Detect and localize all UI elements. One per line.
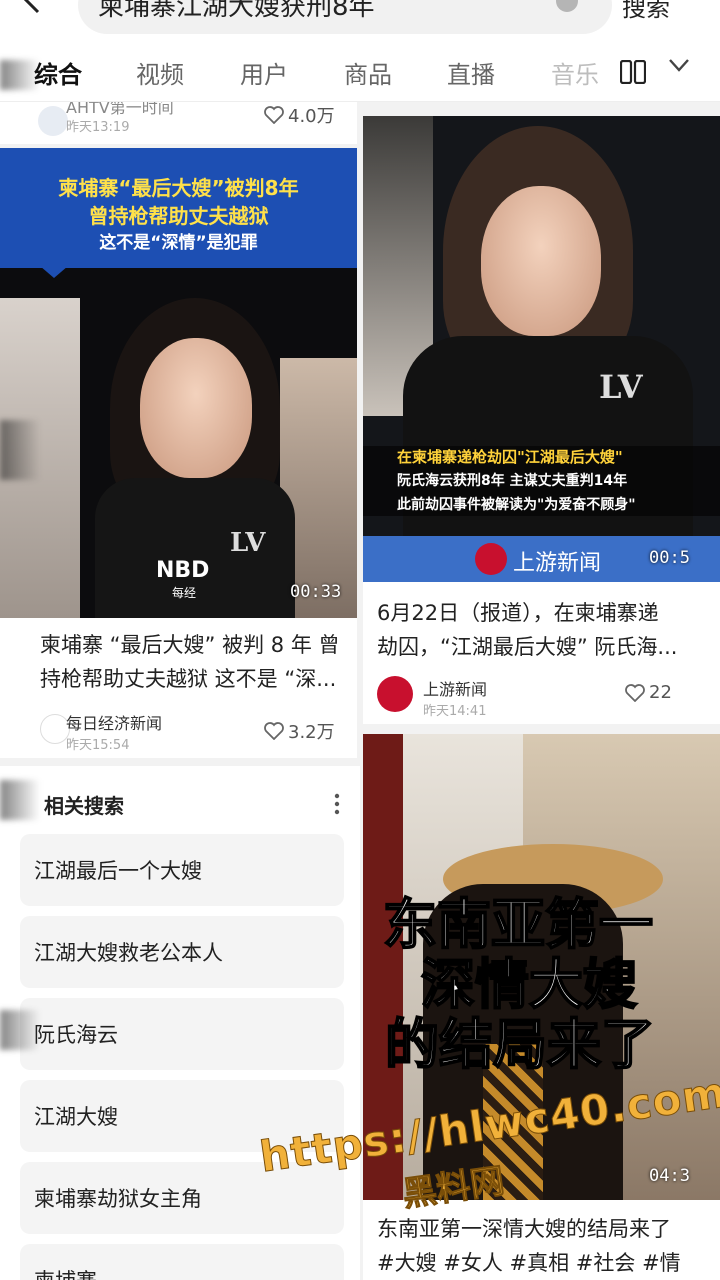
like-count[interactable]: 4.0万 <box>264 102 335 128</box>
post-time: 昨天15:54 <box>66 738 130 753</box>
related-item-label: 柬埔寨 <box>34 1265 97 1280</box>
video-title-line1: 东南亚第一深情大嫂的结局来了 <box>377 1217 671 1241</box>
video-duration: 00:33 <box>290 582 342 602</box>
more-options-icon[interactable] <box>334 792 340 816</box>
heart-icon <box>625 683 645 702</box>
edge-blur <box>0 60 40 90</box>
video-title-line2: 持枪帮助丈夫越狱 这不是 “深... <box>40 667 337 691</box>
tab-live[interactable]: 直播 <box>447 55 495 90</box>
left-column: AHTV第一时间 昨天13:19 4.0万 LV 柬埔寨“最后大嫂”被判8年 曾… <box>0 102 360 1280</box>
face-shape <box>140 338 252 478</box>
like-count[interactable]: 22 <box>625 682 672 703</box>
video-title-hashtags: #大嫂 #女人 #真相 #社会 #情 <box>377 1251 681 1275</box>
related-item[interactable]: 江湖最后一个大嫂 <box>20 834 344 906</box>
related-header: 相关搜索 <box>44 794 124 818</box>
banner-line-3: 这不是“深情”是犯罪 <box>99 233 258 253</box>
result-card-partial[interactable]: AHTV第一时间 昨天13:19 4.0万 <box>0 102 357 144</box>
result-tabs: 综合 视频 用户 商品 直播 音乐 <box>0 40 720 102</box>
shirt-logo-icon: LV <box>230 528 266 558</box>
banner-line-1: 柬埔寨“最后大嫂”被判8年 <box>58 176 299 200</box>
edge-blur <box>0 780 40 820</box>
related-item-label: 江湖大嫂 <box>34 1105 118 1129</box>
face-shape <box>481 186 601 336</box>
video-card-shangyou[interactable]: LV 在柬埔寨递枪劫囚"江湖最后大嫂" 阮氏海云获刑8年 主谋丈夫重判14年 此… <box>363 116 720 724</box>
like-count-text: 3.2万 <box>288 722 335 743</box>
banner-pointer <box>40 266 68 278</box>
search-button[interactable]: 搜索 <box>622 0 670 23</box>
heart-icon <box>264 722 284 740</box>
source-avatar <box>38 106 68 136</box>
post-time: 昨天14:41 <box>423 704 487 719</box>
filter-icon[interactable] <box>668 56 690 78</box>
search-query: 柬埔寨江湖大嫂获刑8年 <box>98 0 375 22</box>
headline-banner: 柬埔寨“最后大嫂”被判8年 曾持枪帮助丈夫越狱 这不是“深情”是犯罪 <box>0 148 357 268</box>
video-duration: 00:5 <box>649 548 690 568</box>
brand-strip: 上游新闻 00:5 <box>363 536 720 582</box>
related-item[interactable]: 柬埔寨 <box>20 1244 344 1280</box>
video-thumbnail: LV 柬埔寨“最后大嫂”被判8年 曾持枪帮助丈夫越狱 这不是“深情”是犯罪 NB… <box>0 148 357 618</box>
source-name: 每日经济新闻 <box>66 714 163 733</box>
video-duration: 04:3 <box>649 1166 690 1186</box>
video-title-line1: 柬埔寨 “最后大嫂” 被判 8 年 曾 <box>40 633 340 657</box>
post-time: 昨天13:19 <box>66 120 130 135</box>
related-item-label: 阮氏海云 <box>34 1023 118 1047</box>
video-thumbnail: LV 在柬埔寨递枪劫囚"江湖最后大嫂" 阮氏海云获刑8年 主谋丈夫重判14年 此… <box>363 116 720 582</box>
like-count[interactable]: 3.2万 <box>264 718 335 744</box>
source-avatar <box>377 676 413 712</box>
search-bar: 柬埔寨江湖大嫂获刑8年 搜索 <box>0 0 720 40</box>
like-count-text: 4.0万 <box>288 106 335 127</box>
related-item-label: 江湖大嫂救老公本人 <box>34 941 223 965</box>
source-name: 上游新闻 <box>423 680 488 699</box>
video-title-line2: 劫囚，“江湖最后大嫂” 阮氏海... <box>377 635 678 659</box>
nbd-logo: NBD <box>156 558 210 583</box>
like-count-text: 22 <box>649 682 672 703</box>
caption-line-3: 此前劫囚事件被解读为"为爱奋不顾身" <box>397 497 636 513</box>
tab-music[interactable]: 音乐 <box>551 55 599 90</box>
tab-all[interactable]: 综合 <box>34 55 82 90</box>
layout-toggle-icon[interactable] <box>620 60 646 84</box>
clear-icon[interactable] <box>556 0 578 12</box>
nbd-logo-sub: 每经 <box>172 586 197 600</box>
search-input[interactable]: 柬埔寨江湖大嫂获刑8年 <box>78 0 612 34</box>
related-item[interactable]: 阮氏海云 <box>20 998 344 1070</box>
related-item[interactable]: 江湖大嫂救老公本人 <box>20 916 344 988</box>
video-card-nbd[interactable]: LV 柬埔寨“最后大嫂”被判8年 曾持枪帮助丈夫越狱 这不是“深情”是犯罪 NB… <box>0 148 357 758</box>
edge-blur <box>0 420 40 480</box>
search-results-screen: 柬埔寨江湖大嫂获刑8年 搜索 综合 视频 用户 商品 直播 音乐 AHTV第一时… <box>0 0 720 1280</box>
brand-logo-icon <box>475 543 507 575</box>
related-item-label: 江湖最后一个大嫂 <box>34 859 202 883</box>
caption-line-1: 在柬埔寨递枪劫囚"江湖最后大嫂" <box>397 448 623 466</box>
edge-blur <box>0 1010 40 1050</box>
banner-line-2: 曾持枪帮助丈夫越狱 <box>88 204 269 228</box>
caption-line-2: 阮氏海云获刑8年 主谋丈夫重判14年 <box>397 473 628 489</box>
brand-name: 上游新闻 <box>513 551 602 576</box>
related-searches: 相关搜索 江湖最后一个大嫂 江湖大嫂救老公本人 阮氏海云 江湖大嫂 柬埔寨劫狱女… <box>0 766 360 1280</box>
overlay-line-3: 的结局来了 <box>384 1012 656 1077</box>
back-arrow-icon[interactable] <box>18 0 48 16</box>
heart-icon <box>264 106 284 124</box>
tab-video[interactable]: 视频 <box>136 55 184 90</box>
video-title-line1: 6月22日（报道），在柬埔寨递 <box>377 601 659 625</box>
tab-users[interactable]: 用户 <box>240 55 288 90</box>
shirt-logo-icon: LV <box>599 368 643 406</box>
tab-goods[interactable]: 商品 <box>344 55 392 90</box>
related-item-label: 柬埔寨劫狱女主角 <box>34 1187 202 1211</box>
